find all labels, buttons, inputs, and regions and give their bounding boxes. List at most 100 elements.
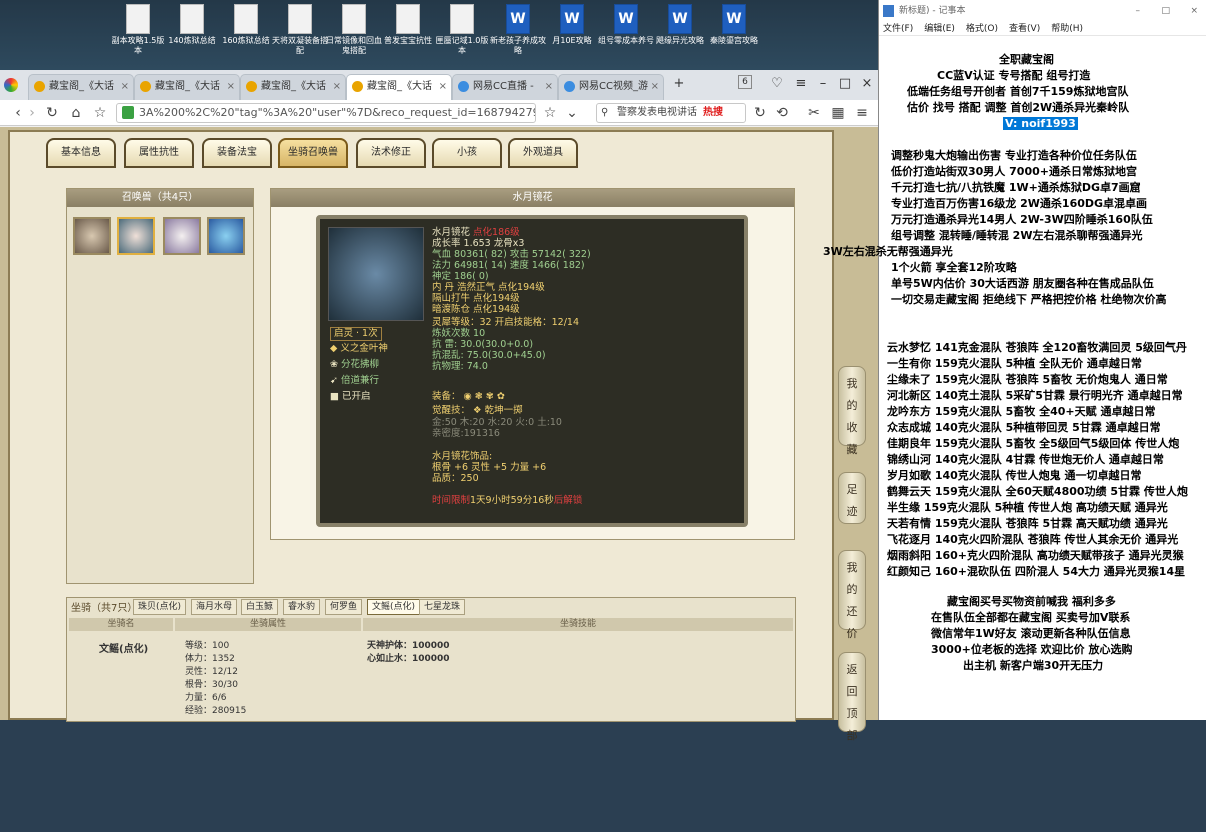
- skill-row[interactable]: ■ 已开启: [330, 391, 371, 403]
- tab-basic-info[interactable]: 基本信息: [46, 138, 116, 168]
- back-to-top-button[interactable]: 返回顶部: [838, 652, 866, 742]
- tab-appearance[interactable]: 外观道具: [508, 138, 578, 168]
- bookmark-icon[interactable]: ☆: [540, 103, 560, 123]
- browser-tab[interactable]: 网易CC直播 - ×: [452, 74, 558, 100]
- sync-icon[interactable]: ⟲: [772, 103, 792, 123]
- site-favicon-icon: [140, 81, 151, 92]
- more-menu-icon[interactable]: ≡: [852, 103, 872, 123]
- skill-row[interactable]: ➹ 倍道兼行: [330, 375, 379, 387]
- browser-tab[interactable]: 藏宝阁_《大话 ×: [28, 74, 134, 100]
- menu-help[interactable]: 帮助(H): [1051, 24, 1083, 34]
- text-line: 低端任务组号开创者 首创7千159炼狱地宫队: [907, 85, 1129, 98]
- skill-row[interactable]: ❀ 分花拂柳: [330, 359, 379, 371]
- equipment-icon[interactable]: ◉ ❃ ✾ ✿: [464, 391, 505, 402]
- favorites-icon[interactable]: ☆: [90, 103, 110, 123]
- close-tab-icon[interactable]: ×: [333, 75, 341, 99]
- mount-tab-active[interactable]: 文鳐(点化): [367, 599, 421, 615]
- desktop-icon[interactable]: 160炼狱总结: [218, 4, 274, 46]
- pet-portrait[interactable]: [163, 217, 201, 255]
- menu-file[interactable]: 文件(F): [883, 24, 913, 34]
- skill-row[interactable]: ◆ 义之金叶神: [330, 343, 388, 355]
- mount-tab[interactable]: 睿水豹: [283, 599, 321, 615]
- close-tab-icon[interactable]: ×: [121, 75, 129, 99]
- unlock-timer: 时间限制1天9小时59分16秒后解锁: [432, 495, 583, 506]
- browser-tab[interactable]: 藏宝阁_《大话 ×: [240, 74, 346, 100]
- footprint-button[interactable]: 足迹: [838, 472, 866, 524]
- desktop-icon[interactable]: W 新老孩子养成攻略: [490, 4, 546, 56]
- tab-mounts-pets[interactable]: 坐骑召唤兽: [278, 138, 348, 168]
- text-line: 专业打造百万伤害16级龙 2W通杀160DG卓混卓画: [891, 197, 1148, 210]
- scissors-icon[interactable]: ✂: [804, 103, 824, 123]
- reload-icon[interactable]: ↻: [42, 103, 62, 123]
- menu-edit[interactable]: 编辑(E): [924, 24, 955, 34]
- text-line: 烟雨斜阳 160+克火四阶混队 高功绩天赋带孩子 通异光灵猴: [887, 549, 1184, 562]
- maximize-button[interactable]: □: [1161, 0, 1170, 22]
- desktop-icon[interactable]: 日常镜像和回血鬼搭配: [326, 4, 382, 56]
- mount-tab[interactable]: 海月水母: [191, 599, 238, 615]
- tab-equipment[interactable]: 装备法宝: [202, 138, 272, 168]
- pet-portrait[interactable]: [73, 217, 111, 255]
- close-tab-icon[interactable]: ×: [651, 75, 659, 99]
- pet-name-tag: 点化186级: [473, 227, 520, 238]
- skill-icon: ➹: [330, 375, 338, 386]
- grid-icon[interactable]: ▦: [828, 103, 848, 123]
- my-bargains-button[interactable]: 我的还价: [838, 550, 866, 640]
- locked-slot-icon: ■: [330, 391, 339, 402]
- chevron-down-icon[interactable]: ⌄: [562, 103, 582, 123]
- close-tab-icon[interactable]: ×: [439, 75, 447, 99]
- desktop-icon[interactable]: W 飓缘异光攻略: [652, 4, 708, 46]
- forward-icon[interactable]: ›: [22, 103, 42, 123]
- desktop-icon[interactable]: 匣蜃记域1.0版本: [434, 4, 490, 56]
- desktop-icon[interactable]: 普发宝宝抗性: [380, 4, 436, 46]
- text-line: 万元打造通杀异光14男人 2W-3W四阶睡杀160队伍: [891, 213, 1153, 226]
- browser-tab[interactable]: 网易CC视频_游 ×: [558, 74, 664, 100]
- pet-detail-panel: 水月镜花 水月镜花 点化186级 成长率 1.653 龙骨x3 气血 80361…: [270, 188, 795, 540]
- desktop-icon[interactable]: 天将双凝装备搭配: [272, 4, 328, 56]
- notepad-titlebar: 新标题) - 记事本 – □ ×: [879, 0, 1206, 22]
- address-input[interactable]: 3A%200%2C%20"tag"%3A%20"user"%7D&reco_re…: [116, 103, 536, 123]
- skin-icon[interactable]: ♡: [764, 72, 790, 96]
- mount-tab[interactable]: 珠贝(点化): [133, 599, 187, 615]
- mount-name: 文鳐(点化): [99, 644, 149, 655]
- tab-children[interactable]: 小孩: [432, 138, 502, 168]
- tab-attributes[interactable]: 属性抗性: [124, 138, 194, 168]
- pet-portrait-selected[interactable]: [117, 217, 155, 255]
- tab-spells[interactable]: 法术修正: [356, 138, 426, 168]
- qiling-badge: 启灵 · 1次: [330, 327, 382, 341]
- browser-tab-active[interactable]: 藏宝阁_《大话 ×: [346, 74, 452, 100]
- desktop-icon[interactable]: W 秦陵鎏宫攻略: [706, 4, 762, 46]
- close-window-button[interactable]: ×: [854, 72, 880, 96]
- text-line: 岁月如歌 140克火混队 传世人炮鬼 通一切卓越日常: [887, 469, 1142, 482]
- menu-format[interactable]: 格式(O): [966, 24, 998, 34]
- search-box[interactable]: ⚲ 警察发表电视讲话 热搜: [596, 103, 746, 123]
- mount-tab[interactable]: 何罗鱼: [325, 599, 363, 615]
- tab-count[interactable]: 6: [738, 75, 752, 89]
- site-favicon-icon: [458, 81, 469, 92]
- word-doc-icon: W: [506, 4, 530, 34]
- desktop-icon[interactable]: 140炼狱总结: [164, 4, 220, 46]
- my-favorites-button[interactable]: 我的收藏: [838, 366, 866, 456]
- menu-view[interactable]: 查看(V): [1009, 24, 1040, 34]
- text-line: 一切交易走藏宝阁 拒绝线下 严格把控价格 杜绝物次价高: [891, 293, 1167, 306]
- desktop-icon[interactable]: 副本攻略1.5版本: [110, 4, 166, 56]
- mount-tab[interactable]: 白玉鲸: [241, 599, 279, 615]
- browser-tab[interactable]: 藏宝阁_《大话 ×: [134, 74, 240, 100]
- close-window-button[interactable]: ×: [1190, 0, 1198, 22]
- text-line: 众志成城 140克火混队 5种植带回灵 5甘霖 通卓越日常: [887, 421, 1161, 434]
- close-tab-icon[interactable]: ×: [545, 75, 553, 99]
- desktop-icon[interactable]: W 组号零成本养号: [598, 4, 654, 46]
- new-tab-button[interactable]: +: [666, 72, 692, 96]
- mount-attributes: 等级：100 体力：1352 灵性：12/12 根骨：30/30 力量：6/6 经验：28…: [185, 641, 247, 716]
- desktop-icon[interactable]: W 月10E攻略: [544, 4, 600, 46]
- text-line: 河北新区 140克土混队 5采矿5甘霖 景行明光齐 通卓越日常: [887, 389, 1183, 402]
- home-icon[interactable]: ⌂: [66, 103, 86, 123]
- pet-portrait[interactable]: [207, 217, 245, 255]
- minimize-button[interactable]: –: [1136, 0, 1141, 22]
- site-favicon-icon: [564, 81, 575, 92]
- site-favicon-icon: [352, 81, 363, 92]
- mount-tab[interactable]: 七星龙珠: [419, 599, 466, 615]
- close-tab-icon[interactable]: ×: [227, 75, 235, 99]
- refresh-icon[interactable]: ↻: [750, 103, 770, 123]
- text-line: 组号调整 混转睡/睡转混 2W左右混杀聊帮强通异光: [891, 229, 1143, 242]
- browser-logo-icon[interactable]: [4, 78, 18, 92]
